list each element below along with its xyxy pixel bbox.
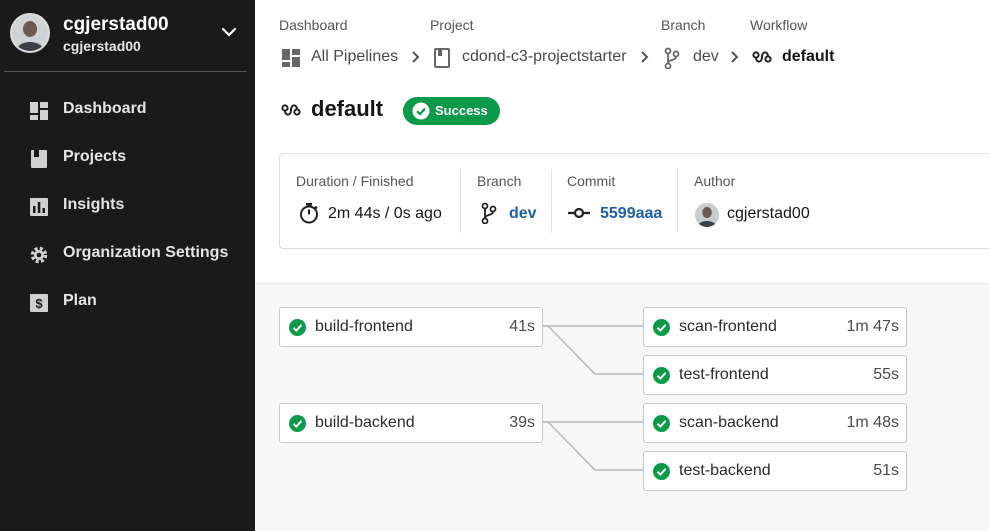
commit-stat: Commit 5599aaa [552, 154, 672, 248]
branch-caption: Branch [477, 173, 522, 189]
job-build-backend[interactable]: build-backend 39s [279, 403, 543, 443]
job-duration: 1m 47s [846, 318, 899, 335]
sidebar-divider [4, 71, 247, 72]
job-name: test-frontend [679, 366, 769, 383]
success-icon [289, 415, 306, 432]
projects-icon [31, 150, 47, 168]
breadcrumb-label: cdond-c3-projectstarter [462, 48, 627, 65]
org-name: cgjerstad00 [63, 38, 141, 54]
commit-link[interactable]: 5599aaa [600, 205, 662, 223]
sidebar: cgjerstad00 cgjerstad00 Dashboard Projec… [0, 0, 255, 531]
workflow-summary-card: Duration / Finished 2m 44s / 0s ago Bran… [279, 153, 989, 249]
sidebar-item-label: Dashboard [63, 100, 147, 117]
job-duration: 1m 48s [846, 414, 899, 431]
sidebar-item-label: Insights [63, 196, 125, 213]
breadcrumb-caption-project: Project [430, 17, 474, 33]
branch-link[interactable]: dev [509, 205, 537, 223]
breadcrumb-branch[interactable]: dev [664, 46, 724, 69]
breadcrumb-caption-workflow: Workflow [750, 17, 808, 33]
chevron-down-icon[interactable] [220, 23, 238, 41]
job-name: build-frontend [315, 318, 413, 335]
page-title: default [311, 96, 384, 121]
svg-text:$: $ [35, 296, 43, 311]
job-name: test-backend [679, 462, 771, 479]
sidebar-item-organization-settings[interactable]: Organization Settings [0, 235, 255, 275]
commit-caption: Commit [567, 173, 616, 189]
user-name: cgjerstad00 [63, 14, 169, 35]
branch-stat: Branch dev [461, 154, 551, 248]
sidebar-item-label: Plan [63, 292, 97, 309]
branch-icon [481, 202, 497, 224]
chevron-right-icon [641, 51, 649, 63]
job-scan-backend[interactable]: scan-backend 1m 48s [643, 403, 907, 443]
author-name: cgjerstad00 [727, 205, 810, 222]
success-icon [289, 319, 306, 336]
success-icon [653, 367, 670, 384]
duration-value: 2m 44s / 0s ago [328, 205, 442, 222]
sidebar-item-dashboard[interactable]: Dashboard [0, 91, 255, 131]
job-build-frontend[interactable]: build-frontend 41s [279, 307, 543, 347]
job-test-frontend[interactable]: test-frontend 55s [643, 355, 907, 395]
workflow-icon [752, 51, 772, 63]
job-name: scan-backend [679, 414, 779, 431]
chevron-right-icon [412, 51, 420, 63]
author-caption: Author [694, 173, 736, 189]
chevron-right-icon [731, 51, 739, 63]
breadcrumb-label: All Pipelines [311, 48, 399, 65]
status-badge: Success [403, 97, 500, 125]
dashboard-icon [282, 49, 300, 67]
sidebar-item-plan[interactable]: $ Plan [0, 283, 255, 323]
status-text: Success [435, 103, 488, 118]
job-name: build-backend [315, 414, 415, 431]
success-icon [653, 463, 670, 480]
breadcrumb-all-pipelines[interactable]: All Pipelines [281, 46, 401, 68]
dashboard-icon [30, 102, 48, 120]
plan-icon: $ [30, 294, 48, 312]
job-duration: 39s [509, 414, 535, 431]
breadcrumb-workflow[interactable]: default [752, 46, 842, 68]
check-circle-icon [412, 102, 430, 120]
user-switcher[interactable]: cgjerstad00 cgjerstad00 [10, 13, 245, 54]
insights-icon [30, 198, 48, 216]
commit-icon [568, 207, 590, 219]
job-test-backend[interactable]: test-backend 51s [643, 451, 907, 491]
branch-icon [664, 47, 680, 69]
project-icon [434, 48, 450, 68]
breadcrumb-label: dev [693, 48, 719, 65]
sidebar-item-label: Projects [63, 148, 127, 165]
breadcrumb-label: default [782, 48, 835, 65]
job-duration: 41s [509, 318, 535, 335]
sidebar-item-label: Organization Settings [63, 244, 229, 261]
job-scan-frontend[interactable]: scan-frontend 1m 47s [643, 307, 907, 347]
gear-icon [30, 246, 48, 264]
author-stat: Author cgjerstad00 [678, 154, 838, 248]
success-icon [653, 415, 670, 432]
duration-stat: Duration / Finished 2m 44s / 0s ago [280, 154, 460, 248]
breadcrumb-caption-branch: Branch [661, 17, 706, 33]
avatar [10, 13, 50, 53]
sidebar-item-projects[interactable]: Projects [0, 139, 255, 179]
job-duration: 55s [873, 366, 899, 383]
breadcrumb-project[interactable]: cdond-c3-projectstarter [433, 46, 633, 68]
job-duration: 51s [873, 462, 899, 479]
job-name: scan-frontend [679, 318, 777, 335]
workflow-icon [281, 104, 301, 116]
success-icon [653, 319, 670, 336]
avatar [695, 203, 719, 227]
breadcrumb-caption-dashboard: Dashboard [279, 17, 348, 33]
sidebar-item-insights[interactable]: Insights [0, 187, 255, 227]
timer-icon [300, 203, 318, 224]
duration-caption: Duration / Finished [296, 173, 414, 189]
